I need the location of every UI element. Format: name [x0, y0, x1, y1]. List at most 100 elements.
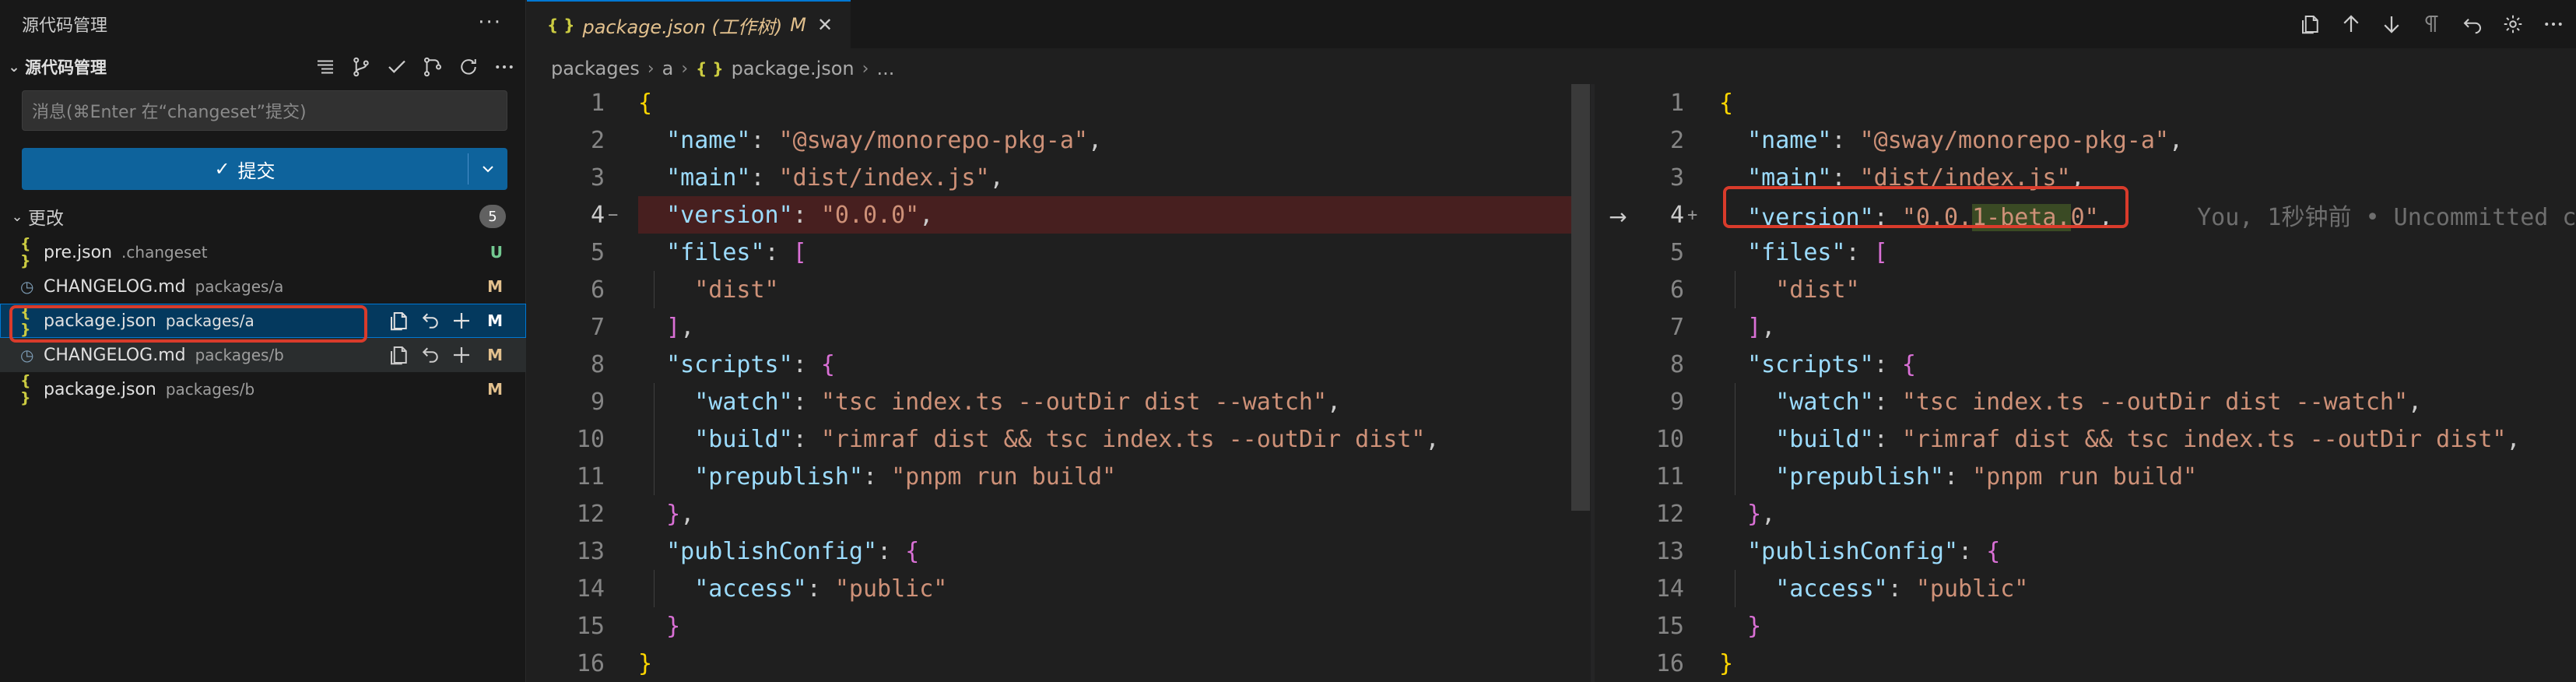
- open-file-icon[interactable]: [388, 309, 411, 332]
- code-line: 9 "watch": "tsc index.ts --outDir dist -…: [1595, 383, 2576, 420]
- annotation-highlight-box: [9, 305, 367, 343]
- code-line: 8 "scripts": {: [1669, 350, 1916, 378]
- code-line: 1{: [1669, 89, 1734, 117]
- open-file-icon[interactable]: [388, 343, 411, 367]
- open-file-icon[interactable]: [2299, 12, 2322, 36]
- commit-button-group: ✓ 提交: [22, 148, 507, 190]
- code-line: 15 }: [576, 612, 681, 640]
- code-line: 2 "name": "@sway/monorepo-pkg-a",: [590, 126, 1103, 154]
- tab-package-json[interactable]: { } package.json (工作树) M ✕: [527, 0, 851, 48]
- breadcrumb-item[interactable]: package.json: [732, 58, 855, 79]
- code-line: 9 "watch": "tsc index.ts --outDir dist -…: [527, 383, 1592, 420]
- code-line: 16}: [576, 649, 653, 677]
- graph-icon[interactable]: [421, 55, 444, 79]
- ellipsis-icon[interactable]: [2542, 12, 2565, 36]
- file-name: package.json: [44, 379, 156, 399]
- diff-original-pane[interactable]: 1{ 2 "name": "@sway/monorepo-pkg-a", 3 "…: [527, 84, 1595, 682]
- breadcrumb-item[interactable]: packages: [551, 58, 640, 79]
- sidebar-title: 源代码管理: [22, 16, 108, 36]
- file-name: CHANGELOG.md: [44, 345, 186, 365]
- close-icon[interactable]: ✕: [817, 14, 833, 36]
- code-line: 12 },: [1655, 500, 1776, 528]
- code-line: 15 }: [1655, 612, 1762, 640]
- code-line: 6 "dist": [1595, 271, 2576, 308]
- chevron-right-icon: ›: [647, 58, 655, 79]
- list-item[interactable]: { } pre.json .changeset U: [0, 235, 526, 269]
- stage-icon[interactable]: [450, 343, 473, 367]
- list-item[interactable]: { } package.json packages/b M: [0, 372, 526, 406]
- breadcrumb-item[interactable]: a: [662, 58, 674, 79]
- chevron-down-icon[interactable]: ⌄: [6, 209, 28, 225]
- annotation-highlight-box: [1723, 186, 2129, 228]
- branch-icon[interactable]: [349, 55, 373, 79]
- chevron-down-icon[interactable]: ⌄: [3, 59, 25, 76]
- changes-group-header[interactable]: ⌄ 更改 5: [0, 199, 526, 234]
- arrow-down-icon[interactable]: [2380, 12, 2403, 36]
- status-badge: M: [487, 311, 503, 330]
- json-icon: { }: [20, 235, 31, 269]
- file-dir: .changeset: [121, 243, 208, 262]
- sidebar-title-bar: 源代码管理 ···: [0, 0, 525, 48]
- list-item[interactable]: ◷ CHANGELOG.md packages/a M: [0, 269, 526, 304]
- pilcrow-icon[interactable]: [2420, 12, 2444, 36]
- editor-actions: [2299, 0, 2565, 48]
- code-line: 3 "main": "dist/index.js",: [590, 163, 1004, 192]
- tab-title: package.json (工作树): [582, 16, 783, 38]
- code-line: 10 "build": "rimraf dist && tsc index.ts…: [527, 420, 1592, 458]
- list-tree-icon[interactable]: [314, 55, 337, 79]
- breadcrumb-item[interactable]: ...: [876, 58, 894, 79]
- row-actions: [388, 304, 473, 338]
- file-name: pre.json: [44, 242, 113, 262]
- status-badge: M: [487, 380, 503, 399]
- check-icon: ✓: [214, 158, 230, 180]
- status-badge: M: [487, 277, 503, 296]
- code-line: 5 "files": [: [1669, 238, 1888, 266]
- history-icon: ◷: [20, 346, 34, 364]
- stage-icon[interactable]: [450, 309, 473, 332]
- code-line: 11 "prepublish": "pnpm run build": [527, 458, 1592, 495]
- commit-dropdown-button[interactable]: [469, 148, 507, 190]
- file-dir: packages/b: [195, 346, 284, 364]
- file-dir: packages/a: [195, 277, 284, 296]
- code-line: 13 "publishConfig": {: [576, 537, 920, 565]
- list-item[interactable]: ◷ CHANGELOG.md packages/b M: [0, 338, 526, 372]
- scrollbar-thumb[interactable]: [1571, 84, 1590, 511]
- scm-section-header[interactable]: ⌄ 源代码管理: [0, 48, 525, 86]
- status-badge: U: [490, 243, 503, 262]
- scm-sidebar: 源代码管理 ··· ⌄ 源代码管理 消息(⌘Enter 在“changeset”…: [0, 0, 526, 682]
- added-marker: +: [1687, 205, 1698, 225]
- chevron-down-icon: [483, 166, 493, 173]
- code-line: 7 ],: [590, 313, 695, 341]
- commit-message-placeholder: 消息(⌘Enter 在“changeset”提交): [32, 103, 307, 122]
- refresh-icon[interactable]: [457, 55, 480, 79]
- row-actions: [388, 338, 473, 372]
- code-line: 2 "name": "@sway/monorepo-pkg-a",: [1669, 126, 2184, 154]
- code-line: 12 },: [576, 500, 695, 528]
- diff-modified-pane[interactable]: 1{ 2 "name": "@sway/monorepo-pkg-a", 3 "…: [1595, 84, 2576, 682]
- changes-count-badge: 5: [479, 205, 506, 228]
- git-blame-annotation: You, 1秒钟前 • Uncommitted changes: [2197, 204, 2576, 231]
- commit-message-input[interactable]: 消息(⌘Enter 在“changeset”提交): [22, 90, 507, 131]
- chevron-right-icon: ›: [681, 58, 689, 79]
- code-line: 16}: [1655, 649, 1734, 677]
- json-icon: { }: [696, 59, 724, 78]
- ellipsis-icon[interactable]: [493, 55, 516, 79]
- code-line: 6 "dist": [527, 271, 1592, 308]
- removed-marker: −: [608, 205, 619, 225]
- check-icon[interactable]: [385, 55, 409, 79]
- code-line-removed: 4− "version": "0.0.0",: [527, 196, 1592, 234]
- discard-icon[interactable]: [419, 343, 442, 367]
- arrow-up-icon[interactable]: [2339, 12, 2363, 36]
- code-line: 10 "build": "rimraf dist && tsc index.ts…: [1595, 420, 2576, 458]
- file-dir: packages/b: [165, 380, 255, 399]
- changes-label: 更改: [28, 209, 64, 229]
- discard-icon[interactable]: [419, 309, 442, 332]
- scm-actions: [314, 48, 516, 86]
- tab-bar: { } package.json (工作树) M ✕: [527, 0, 2576, 48]
- settings-icon[interactable]: [2501, 12, 2525, 36]
- revert-icon[interactable]: [2461, 12, 2484, 36]
- tab-status: M: [790, 14, 806, 36]
- ellipsis-icon[interactable]: ···: [478, 11, 502, 34]
- commit-button[interactable]: ✓ 提交: [22, 148, 468, 190]
- json-icon: { }: [547, 16, 575, 34]
